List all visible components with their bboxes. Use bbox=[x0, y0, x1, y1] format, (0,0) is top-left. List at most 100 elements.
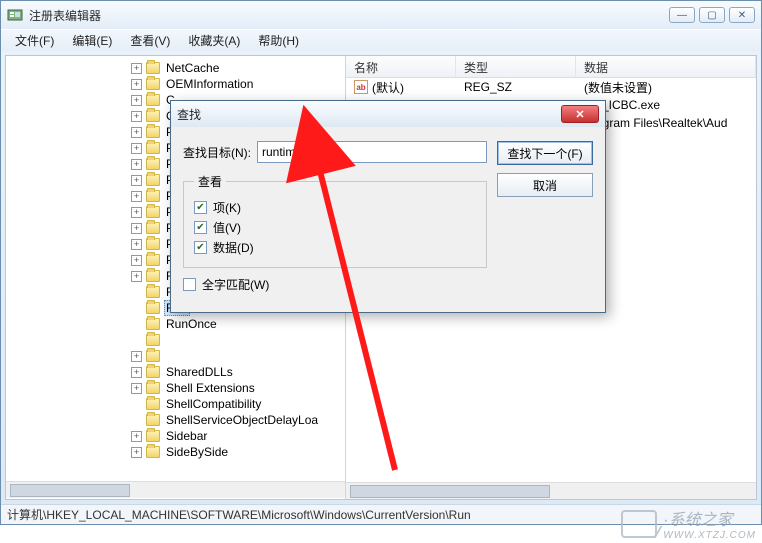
tree-label[interactable]: NetCache bbox=[164, 61, 221, 75]
menu-edit[interactable]: 编辑(E) bbox=[64, 30, 120, 51]
tree-toggle-icon[interactable]: + bbox=[131, 239, 142, 250]
tree-toggle-icon[interactable]: + bbox=[131, 111, 142, 122]
folder-icon bbox=[146, 318, 160, 330]
dialog-titlebar[interactable]: 查找 ✕ bbox=[171, 101, 605, 127]
scrollbar-thumb[interactable] bbox=[10, 484, 130, 497]
dialog-close-button[interactable]: ✕ bbox=[561, 105, 599, 123]
chk-values-row[interactable]: ✔ 值(V) bbox=[194, 219, 476, 236]
window-buttons: — ▢ ✕ bbox=[669, 7, 755, 23]
tree-toggle-icon[interactable]: + bbox=[131, 63, 142, 74]
tree-toggle-icon[interactable]: + bbox=[131, 255, 142, 266]
menu-view[interactable]: 查看(V) bbox=[122, 30, 178, 51]
chk-keys-label: 项(K) bbox=[213, 199, 241, 216]
dialog-title: 查找 bbox=[177, 106, 561, 123]
folder-icon bbox=[146, 286, 160, 298]
tree-toggle-icon[interactable]: + bbox=[131, 367, 142, 378]
chk-data-row[interactable]: ✔ 数据(D) bbox=[194, 239, 476, 256]
tree-label[interactable]: SharedDLLs bbox=[164, 365, 235, 379]
chk-data-label: 数据(D) bbox=[213, 239, 254, 256]
col-data[interactable]: 数据 bbox=[576, 56, 756, 77]
col-name[interactable]: 名称 bbox=[346, 56, 456, 77]
tree-row[interactable]: + NetCache bbox=[6, 60, 345, 76]
tree-label[interactable]: SideBySide bbox=[164, 445, 230, 459]
maximize-button[interactable]: ▢ bbox=[699, 7, 725, 23]
folder-icon bbox=[146, 238, 160, 250]
folder-icon bbox=[146, 158, 160, 170]
values-hscrollbar[interactable] bbox=[346, 482, 756, 499]
tree-toggle-icon[interactable]: + bbox=[131, 223, 142, 234]
tree-row[interactable]: + Shell Extensions bbox=[6, 380, 345, 396]
folder-icon bbox=[146, 206, 160, 218]
folder-icon bbox=[146, 174, 160, 186]
watermark-text: ·系统之家 WWW.XTZJ.COM bbox=[663, 506, 756, 541]
tree-row[interactable]: RunOnce bbox=[6, 316, 345, 332]
chk-keys-box[interactable]: ✔ bbox=[194, 201, 207, 214]
col-type[interactable]: 类型 bbox=[456, 56, 576, 77]
tree-label[interactable]: ShellCompatibility bbox=[164, 397, 263, 411]
chk-keys-row[interactable]: ✔ 项(K) bbox=[194, 199, 476, 216]
tree-toggle-icon[interactable]: + bbox=[131, 383, 142, 394]
tree-hscrollbar[interactable] bbox=[6, 481, 345, 498]
tree-toggle-icon[interactable]: + bbox=[131, 447, 142, 458]
chk-values-label: 值(V) bbox=[213, 219, 241, 236]
chk-whole-box[interactable] bbox=[183, 278, 196, 291]
tree-label[interactable]: Shell Extensions bbox=[164, 381, 257, 395]
menubar: 文件(F) 编辑(E) 查看(V) 收藏夹(A) 帮助(H) bbox=[1, 29, 761, 51]
tree-label[interactable]: OEMInformation bbox=[164, 77, 255, 91]
tree-row[interactable]: + OEMInformation bbox=[6, 76, 345, 92]
value-row[interactable]: ab(默认)REG_SZ(数值未设置) bbox=[346, 78, 756, 96]
tree-row[interactable]: + Sidebar bbox=[6, 428, 345, 444]
chk-whole-label: 全字匹配(W) bbox=[202, 276, 269, 293]
minimize-button[interactable]: — bbox=[669, 7, 695, 23]
string-icon: ab bbox=[354, 80, 368, 94]
tree-row[interactable]: ShellServiceObjectDelayLoa bbox=[6, 412, 345, 428]
menu-help[interactable]: 帮助(H) bbox=[250, 30, 307, 51]
folder-icon bbox=[146, 446, 160, 458]
tree-toggle-icon[interactable]: + bbox=[131, 143, 142, 154]
folder-icon bbox=[146, 62, 160, 74]
tree-label[interactable]: Sidebar bbox=[164, 429, 209, 443]
tree-row[interactable]: ShellCompatibility bbox=[6, 396, 345, 412]
tree-row[interactable]: + bbox=[6, 348, 345, 364]
chk-whole-row[interactable]: 全字匹配(W) bbox=[183, 276, 487, 293]
watermark-logo-icon bbox=[621, 510, 657, 538]
tree-toggle-icon bbox=[131, 399, 142, 410]
find-target-row: 查找目标(N): bbox=[183, 141, 487, 163]
scrollbar-thumb[interactable] bbox=[350, 485, 550, 498]
tree-toggle-icon[interactable]: + bbox=[131, 351, 142, 362]
menu-file[interactable]: 文件(F) bbox=[7, 30, 62, 51]
tree-toggle-icon[interactable]: + bbox=[131, 95, 142, 106]
tree-toggle-icon[interactable]: + bbox=[131, 271, 142, 282]
find-target-input[interactable] bbox=[257, 141, 487, 163]
menu-favorites[interactable]: 收藏夹(A) bbox=[180, 30, 248, 51]
chk-values-box[interactable]: ✔ bbox=[194, 221, 207, 234]
tree-row[interactable]: + SideBySide bbox=[6, 444, 345, 460]
titlebar[interactable]: 注册表编辑器 — ▢ ✕ bbox=[1, 1, 761, 29]
cancel-button[interactable]: 取消 bbox=[497, 173, 593, 197]
tree-toggle-icon[interactable]: + bbox=[131, 159, 142, 170]
tree-row[interactable] bbox=[6, 332, 345, 348]
tree-toggle-icon[interactable]: + bbox=[131, 207, 142, 218]
tree-toggle-icon bbox=[131, 303, 142, 314]
find-target-label: 查找目标(N): bbox=[183, 144, 251, 161]
find-next-button[interactable]: 查找下一个(F) bbox=[497, 141, 593, 165]
find-dialog[interactable]: 查找 ✕ 查找目标(N): 查看 ✔ 项(K) ✔ 值(V) ✔ 数 bbox=[170, 100, 606, 313]
folder-icon bbox=[146, 94, 160, 106]
tree-toggle-icon[interactable]: + bbox=[131, 175, 142, 186]
chk-data-box[interactable]: ✔ bbox=[194, 241, 207, 254]
tree-toggle-icon[interactable]: + bbox=[131, 191, 142, 202]
tree-label[interactable]: ShellServiceObjectDelayLoa bbox=[164, 413, 320, 427]
folder-icon bbox=[146, 398, 160, 410]
values-header[interactable]: 名称 类型 数据 bbox=[346, 56, 756, 78]
watermark: ·系统之家 WWW.XTZJ.COM bbox=[621, 506, 756, 541]
folder-icon bbox=[146, 110, 160, 122]
folder-icon bbox=[146, 366, 160, 378]
tree-row[interactable]: + SharedDLLs bbox=[6, 364, 345, 380]
lookat-fieldset: 查看 ✔ 项(K) ✔ 值(V) ✔ 数据(D) bbox=[183, 173, 487, 268]
tree-label[interactable]: RunOnce bbox=[164, 317, 219, 331]
tree-toggle-icon[interactable]: + bbox=[131, 127, 142, 138]
tree-toggle-icon[interactable]: + bbox=[131, 79, 142, 90]
tree-toggle-icon[interactable]: + bbox=[131, 431, 142, 442]
lookat-legend: 查看 bbox=[194, 173, 226, 190]
close-button[interactable]: ✕ bbox=[729, 7, 755, 23]
